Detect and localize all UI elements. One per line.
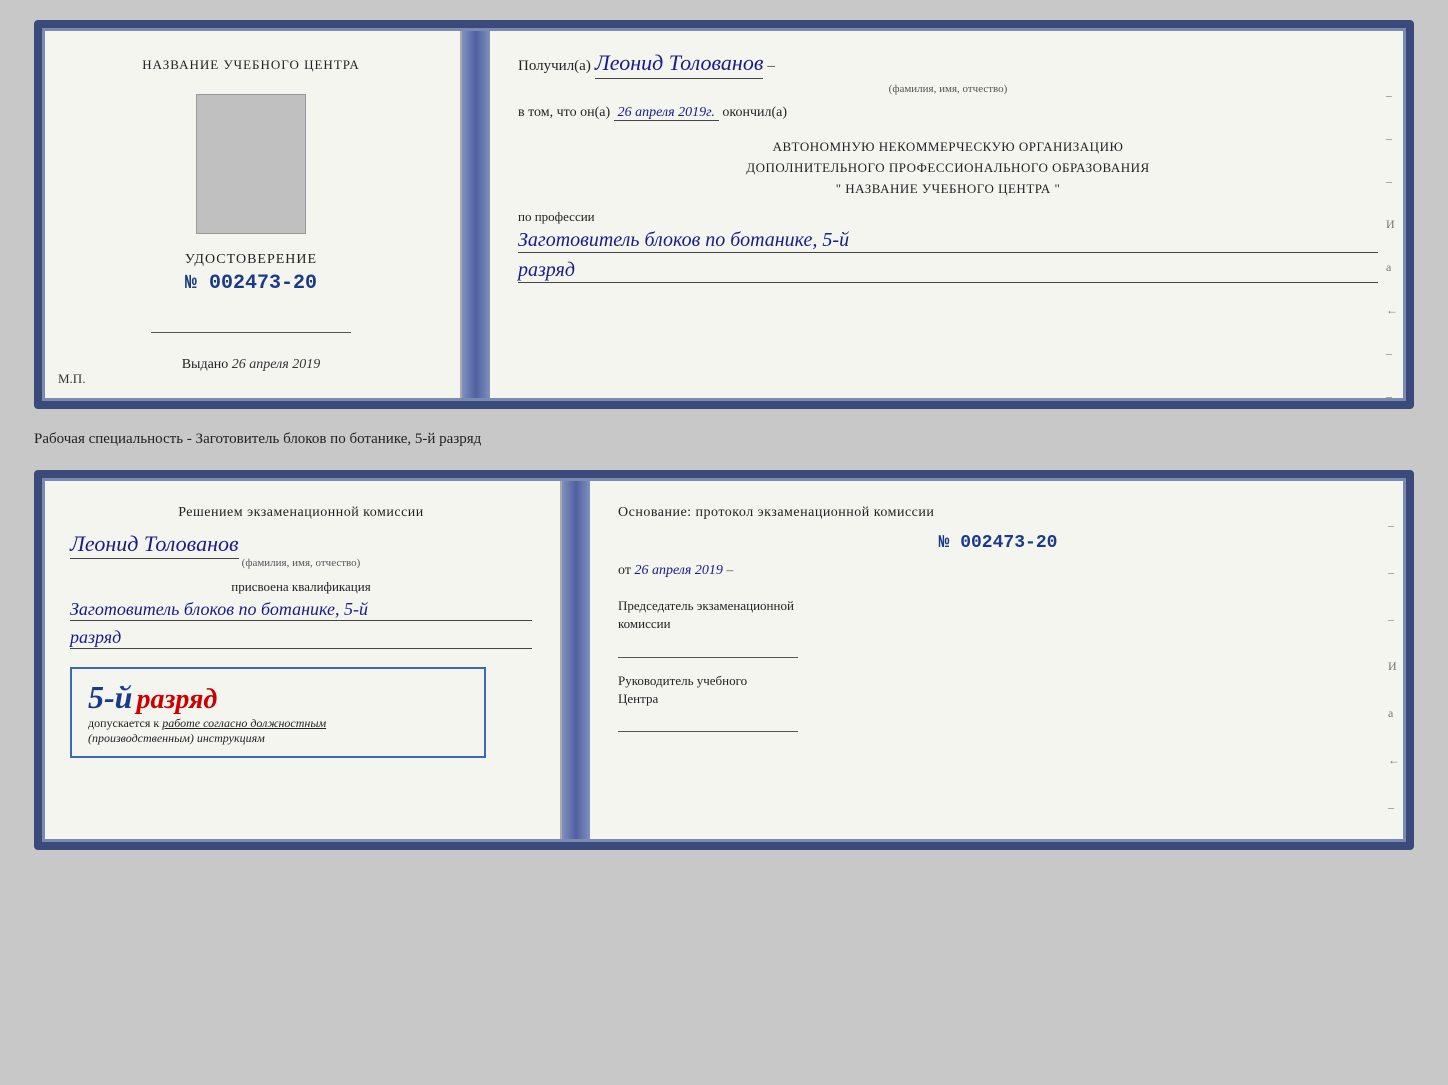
cert-number-value: 002473-20 (209, 272, 317, 295)
bdash1: – (1388, 518, 1400, 533)
dash3: – (1386, 174, 1398, 189)
bmark-a: а (1388, 706, 1400, 721)
finished-label: окончил(а) (722, 105, 787, 120)
bdash4: – (1388, 800, 1400, 815)
certificate-bottom: Решением экзаменационной комиссии Леонид… (34, 470, 1414, 850)
from-date-value: 26 апреля 2019 (634, 563, 722, 578)
badge-text: разряд (136, 684, 217, 715)
cert-top-left-panel: НАЗВАНИЕ УЧЕБНОГО ЦЕНТРА УДОСТОВЕРЕНИЕ №… (42, 28, 462, 401)
org-line3: " НАЗВАНИЕ УЧЕБНОГО ЦЕНТРА " (518, 179, 1378, 200)
org-line2: ДОПОЛНИТЕЛЬНОГО ПРОФЕССИОНАЛЬНОГО ОБРАЗО… (518, 158, 1378, 179)
bmark-i: И (1388, 659, 1400, 674)
qualification-label: присвоена квалификация (70, 579, 532, 595)
spine-divider-bottom (562, 478, 590, 842)
date-prefix: в том, что он(а) (518, 105, 610, 120)
dash5: – (1386, 389, 1398, 404)
cert-bottom-left-panel: Решением экзаменационной комиссии Леонид… (42, 478, 562, 842)
допускается-block: допускается к работе согласно должностны… (88, 716, 468, 746)
protocol-prefix: № (939, 533, 950, 553)
spine-divider (462, 28, 490, 401)
date-line: в том, что он(а) 26 апреля 2019г. окончи… (518, 105, 1378, 121)
mark-i: И (1386, 217, 1398, 232)
signature-field (151, 315, 351, 333)
side-dashes: – – – И а ← – – – – (1386, 88, 1398, 409)
dash-after-name: – (767, 58, 775, 75)
from-date-line: от 26 апреля 2019 – (618, 563, 1378, 579)
profession-value: Заготовитель блоков по ботанике, 5-й (518, 229, 1378, 253)
profession-label: по профессии (518, 209, 1378, 225)
from-prefix: от (618, 563, 631, 578)
dash4: – (1386, 346, 1398, 361)
date-value: 26 апреля 2019г. (614, 105, 719, 121)
bdash2: – (1388, 565, 1400, 580)
dash-right: – (726, 563, 733, 578)
cert-bottom-right-panel: Основание: протокол экзаменационной коми… (590, 478, 1406, 842)
cert-top-right-panel: Получил(а) Леонид Толованов – (фамилия, … (490, 28, 1406, 401)
issued-line: Выдано 26 апреля 2019 (182, 357, 321, 373)
mp-label: М.П. (58, 371, 85, 387)
issued-date: 26 апреля 2019 (232, 357, 320, 372)
protocol-number: № 002473-20 (618, 533, 1378, 553)
commission-signature-line (618, 638, 798, 658)
mark-a: а (1386, 260, 1398, 275)
decision-text: Решением экзаменационной комиссии (70, 502, 532, 523)
bmark-arrow: ← (1388, 753, 1400, 768)
org-line1: АВТОНОМНУЮ НЕКОММЕРЧЕСКУЮ ОРГАНИЗАЦИЮ (518, 137, 1378, 158)
certificate-top: НАЗВАНИЕ УЧЕБНОГО ЦЕНТРА УДОСТОВЕРЕНИЕ №… (34, 20, 1414, 409)
dash1: – (1386, 88, 1398, 103)
specialty-label: Рабочая специальность - Заготовитель бло… (34, 427, 1414, 452)
protocol-number-value: 002473-20 (960, 533, 1057, 553)
received-prefix: Получил(а) (518, 58, 591, 75)
training-center-head-block: Руководитель учебного Центра (618, 672, 1378, 732)
допускается-italic: работе согласно должностным (162, 716, 326, 730)
rank-badge-box: 5-й разряд допускается к работе согласно… (70, 667, 486, 758)
issued-label: Выдано (182, 357, 229, 372)
допускается-prefix: допускается к (88, 716, 159, 730)
training-center-head-label: Руководитель учебного Центра (618, 672, 1378, 708)
right-side-marks-bottom: – – – И а ← – – – – (1388, 518, 1400, 850)
received-line: Получил(а) Леонид Толованов – (518, 50, 1378, 79)
basis-text: Основание: протокол экзаменационной коми… (618, 502, 1378, 523)
training-center-title: НАЗВАНИЕ УЧЕБНОГО ЦЕНТРА (142, 56, 359, 74)
mark-arrow: ← (1386, 303, 1398, 318)
rank-value: разряд (518, 259, 1378, 283)
badge-content: 5-й разряд (88, 679, 468, 716)
commission-chair-label: Председатель экзаменационной комиссии (618, 597, 1378, 633)
badge-number: 5-й (88, 679, 132, 715)
bottom-profession-value: Заготовитель блоков по ботанике, 5-й (70, 599, 532, 621)
document-label: УДОСТОВЕРЕНИЕ (185, 252, 317, 268)
instructions-italic: (производственным) инструкциям (88, 731, 265, 745)
dash2: – (1386, 131, 1398, 146)
bottom-rank-value: разряд (70, 627, 532, 649)
number-prefix: № (185, 272, 197, 295)
photo-placeholder (196, 94, 306, 234)
commission-chair-block: Председатель экзаменационной комиссии (618, 597, 1378, 657)
bdash5: – (1388, 847, 1400, 850)
bdash3: – (1388, 612, 1400, 627)
org-block: АВТОНОМНУЮ НЕКОММЕРЧЕСКУЮ ОРГАНИЗАЦИЮ ДО… (518, 137, 1378, 199)
name-hint-top: (фамилия, имя, отчество) (518, 83, 1378, 95)
bottom-person-name: Леонид Толованов (70, 531, 239, 559)
recipient-name: Леонид Толованов (595, 50, 764, 79)
head-signature-line (618, 712, 798, 732)
cert-number: № 002473-20 (185, 272, 317, 295)
